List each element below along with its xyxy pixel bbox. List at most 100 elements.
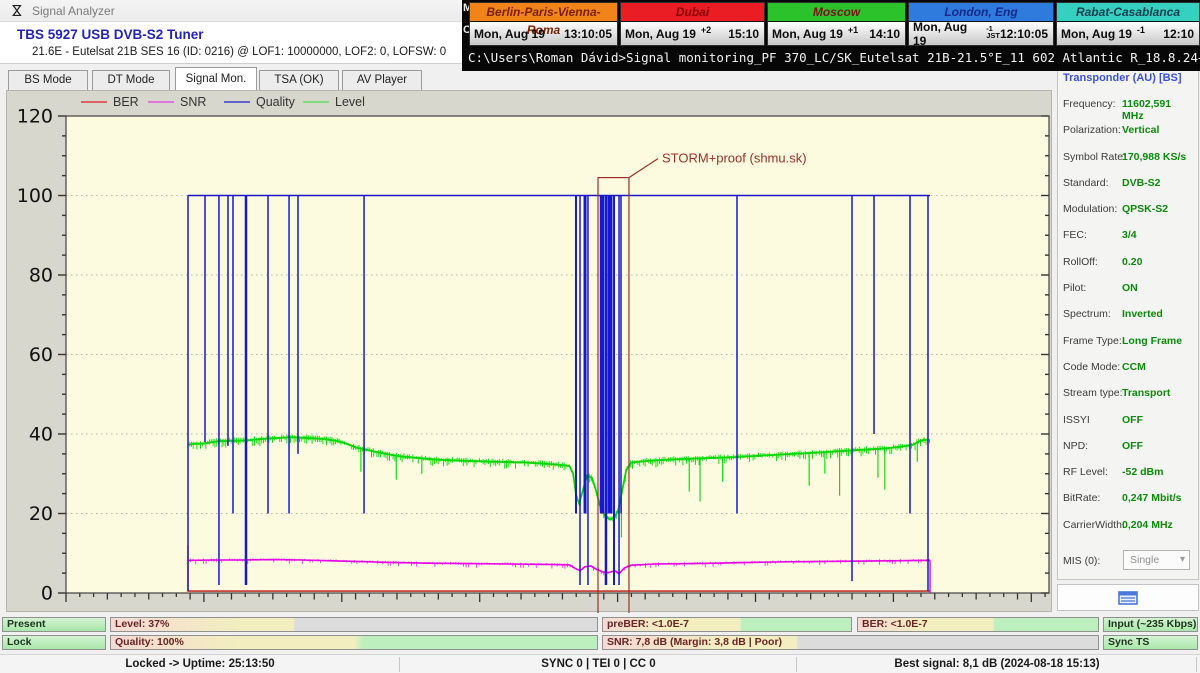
console-command-line: C:\Users\Roman Dávid>Signal monitoring_P…: [468, 50, 1200, 65]
tab-dt-mode[interactable]: DT Mode: [92, 70, 170, 91]
mis-select[interactable]: Single▾: [1123, 550, 1190, 570]
field-label: BitRate:: [1063, 492, 1100, 504]
field-value: Vertical: [1122, 124, 1159, 136]
field-value: 0,247 Mbit/s: [1122, 492, 1182, 504]
indicator-label: SNR: 7,8 dB (Margin: 3,8 dB | Poor): [603, 636, 782, 648]
transponder-title: Transponder (AU) [BS]: [1063, 72, 1182, 84]
status-section-2: Best signal: 8,1 dB (2024-08-18 15:13): [797, 655, 1197, 673]
field-value: OFF: [1122, 440, 1143, 452]
app-icon: ⋈: [9, 4, 26, 18]
transponder-row: Pilot:ON: [1063, 275, 1195, 301]
clock-city-name: Rabat-Casablanca: [1057, 3, 1199, 22]
transponder-row: Stream type:Transport: [1063, 380, 1195, 406]
field-value: OFF: [1122, 414, 1143, 426]
clock-time-row: Mon, Aug 19 -1JST12:10:05: [909, 22, 1053, 45]
signal-chart-panel: 020406080100120STORM+proof (shmu.sk)BERS…: [6, 90, 1052, 612]
transponder-row: Polarization:Vertical: [1063, 117, 1195, 143]
indicator-label: preBER: <1.0E-7: [603, 618, 689, 630]
field-value: -52 dBm: [1122, 466, 1163, 478]
field-label: Code Mode:: [1063, 361, 1120, 373]
clock-utc-offset: +1: [848, 25, 858, 35]
indicator-level: Level: 37%: [110, 617, 598, 632]
transponder-row: RollOff:0.20: [1063, 249, 1195, 275]
clock-date: Mon, Aug 19: [909, 20, 982, 48]
tuning-info: 21.6E - Eutelsat 21B SES 16 (ID: 0216) @…: [32, 46, 446, 58]
indicator-label: Level: 37%: [111, 618, 169, 630]
tab-tsa-ok-[interactable]: TSA (OK): [259, 70, 339, 91]
indicator-ber: BER: <1.0E-7: [857, 617, 1099, 632]
field-label: Symbol Rate:: [1063, 151, 1126, 163]
clock-berlin-paris-vienna-roma: Berlin-Paris-Vienna-RomaMon, Aug 1913:10…: [469, 2, 618, 46]
field-value: 0.20: [1122, 256, 1142, 268]
indicator-label: Quality: 100%: [111, 636, 184, 648]
transponder-row: Symbol Rate:170,988 KS/s: [1063, 144, 1195, 170]
svg-text:80: 80: [29, 265, 53, 287]
clock-time: 15:10: [728, 27, 764, 41]
indicator-label: Sync TS: [1104, 636, 1149, 648]
clock-london-eng: London, EngMon, Aug 19-1JST12:10:05: [908, 2, 1054, 46]
tab-bs-mode[interactable]: BS Mode: [8, 70, 88, 91]
svg-text:60: 60: [29, 344, 53, 366]
field-label: Frame Type:: [1063, 335, 1122, 347]
window-title: Signal Analyzer: [32, 4, 115, 18]
svg-text:0: 0: [41, 583, 53, 605]
chevron-down-icon: ▾: [1180, 551, 1185, 569]
tab-signal-mon-[interactable]: Signal Mon.: [175, 67, 257, 92]
svg-text:Quality: Quality: [256, 95, 296, 109]
signal-analyzer-window: ⋈ Signal Analyzer TBS 5927 USB DVB-S2 Tu…: [0, 0, 1200, 673]
indicator-label: BER: <1.0E-7: [858, 618, 928, 630]
field-label: Pilot:: [1063, 282, 1086, 294]
field-label: Frequency:: [1063, 98, 1116, 110]
mis-label: MIS (0):: [1063, 555, 1100, 567]
field-value: Long Frame: [1122, 335, 1182, 347]
svg-text:SNR: SNR: [180, 95, 206, 109]
indicator-input: Input (~235 Kbps): [1103, 617, 1198, 632]
field-value: 3/4: [1122, 229, 1137, 241]
capture-button[interactable]: [1057, 584, 1199, 611]
screen-icon: [1118, 591, 1138, 605]
clock-time: 13:10:05: [564, 27, 617, 41]
clock-time-row: Mon, Aug 19+215:10: [621, 22, 764, 45]
transponder-row: Spectrum:Inverted: [1063, 301, 1195, 327]
svg-text:100: 100: [17, 185, 53, 207]
device-title: TBS 5927 USB DVB-S2 Tuner: [17, 27, 204, 42]
indicator-quality: Quality: 100%: [110, 635, 598, 650]
transponder-row: Modulation:QPSK-S2: [1063, 196, 1195, 222]
clock-time: 14:10: [869, 27, 905, 41]
field-value: 0,204 MHz: [1122, 519, 1173, 531]
svg-text:40: 40: [29, 424, 53, 446]
console-clock-overlay: M C( Berlin-Paris-Vienna-RomaMon, Aug 19…: [462, 0, 1200, 71]
field-label: ISSYI: [1063, 414, 1090, 426]
field-value: CCM: [1122, 361, 1146, 373]
clock-city-name: Berlin-Paris-Vienna-Roma: [470, 3, 617, 22]
clock-utc-offset: +2: [701, 25, 711, 35]
clock-moscow: MoscowMon, Aug 19+114:10: [767, 2, 906, 46]
clock-rabat-casablanca: Rabat-CasablancaMon, Aug 19-112:10: [1056, 2, 1200, 46]
signal-chart: 020406080100120STORM+proof (shmu.sk)BERS…: [7, 91, 1053, 613]
clock-time-row: Mon, Aug 19-112:10: [1057, 22, 1199, 45]
field-label: CarrierWidth:: [1063, 519, 1125, 531]
transponder-row: ISSYI OFF: [1063, 407, 1195, 433]
svg-text:Level: Level: [335, 95, 365, 109]
field-label: NPD:: [1063, 440, 1088, 452]
status-divider: [1196, 657, 1197, 672]
status-section-0: Locked -> Uptime: 25:13:50: [0, 655, 400, 673]
tab-av-player[interactable]: AV Player: [342, 70, 422, 91]
svg-text:20: 20: [29, 503, 53, 525]
clock-utc-offset: -1JST: [986, 26, 1000, 39]
transponder-row: Code Mode:CCM: [1063, 354, 1195, 380]
transponder-sidebar: Transponder (AU) [BS] Frequency:11602,59…: [1057, 70, 1199, 580]
transponder-row: FEC: 3/4: [1063, 222, 1195, 248]
indicator-lock: Lock: [2, 635, 106, 650]
field-label: Standard:: [1063, 177, 1109, 189]
transponder-row: CarrierWidth:0,204 MHz: [1063, 512, 1195, 538]
svg-text:BER: BER: [113, 95, 139, 109]
clock-time: 12:10:05: [1000, 27, 1053, 41]
indicator-bars: PresentLevel: 37%preBER: <1.0E-7BER: <1.…: [0, 615, 1200, 654]
field-label: FEC:: [1063, 229, 1087, 241]
field-value: DVB-S2: [1122, 177, 1161, 189]
status-section-1: SYNC 0 | TEI 0 | CC 0: [400, 655, 797, 673]
svg-text:STORM+proof (shmu.sk): STORM+proof (shmu.sk): [662, 151, 807, 166]
status-bar: Locked -> Uptime: 25:13:50SYNC 0 | TEI 0…: [0, 654, 1200, 673]
transponder-row: NPD: OFF: [1063, 433, 1195, 459]
